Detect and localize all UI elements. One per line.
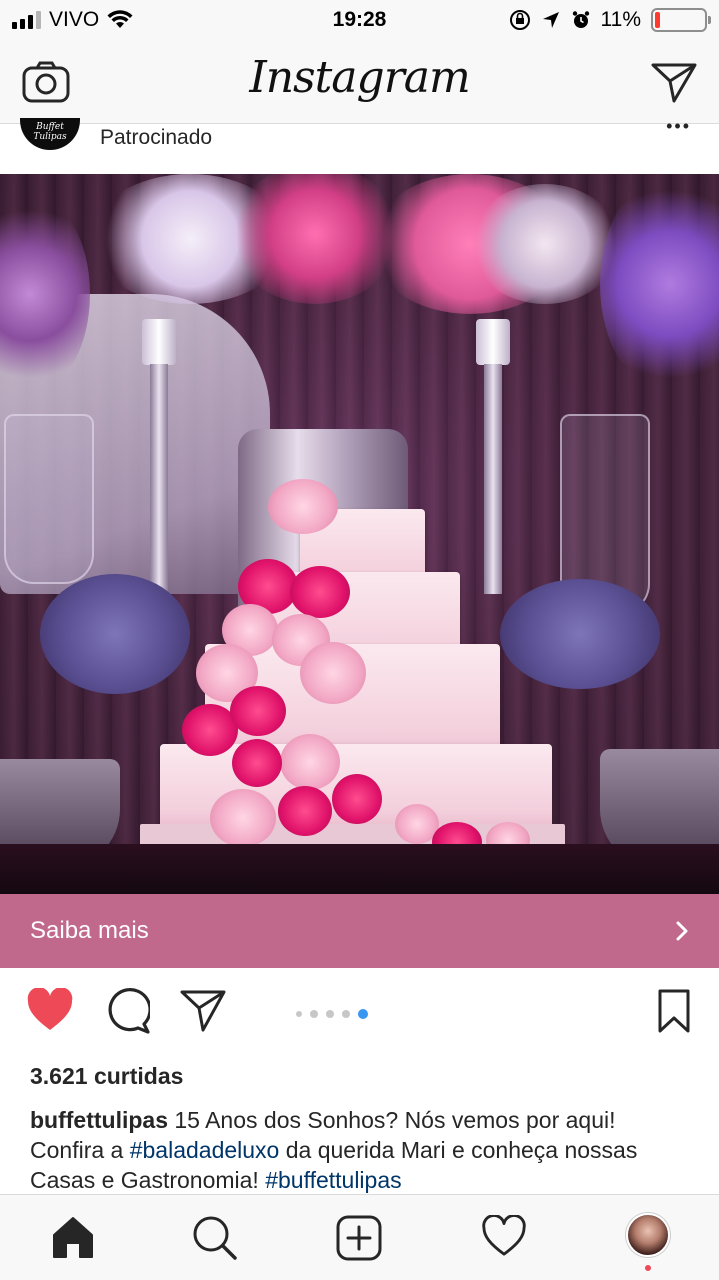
candelabra-left [150,364,168,594]
hydrangea-right [500,579,660,689]
like-heart-icon[interactable] [26,988,74,1032]
candle-left [142,319,176,365]
notification-dot [645,1265,651,1271]
carousel-dot [296,1011,302,1017]
caption-username[interactable]: buffettulipas [30,1107,168,1133]
carousel-indicator [296,1009,368,1019]
battery-percent: 11% [600,8,641,31]
hashtag-link[interactable]: #baladadeluxo [130,1137,280,1163]
sugar-rose [278,786,332,836]
profile-avatar[interactable] [626,1213,670,1257]
signal-strength-icon [12,11,41,29]
status-left: VIVO [12,8,133,32]
status-right: 11% [509,8,711,32]
alarm-icon [572,11,589,28]
carousel-dot [310,1010,318,1018]
bookmark-icon[interactable] [656,988,692,1034]
flower [470,184,620,304]
carousel-dot [342,1010,350,1018]
sugar-rose [210,789,276,847]
post-photo[interactable] [0,174,719,894]
account-avatar[interactable]: Buffet Tulipas [20,118,80,150]
bottom-tab-bar [0,1194,719,1280]
location-arrow-icon [542,12,559,28]
post-actions [0,988,719,1044]
sugar-rose [332,774,382,824]
comment-icon[interactable] [104,988,150,1034]
glass-vase-left [4,414,94,584]
hydrangea-left [40,574,190,694]
sugar-rose [232,739,282,787]
sponsored-label[interactable]: Patrocinado [100,126,212,150]
post-header: Buffet Tulipas Patrocinado ••• [0,116,719,174]
carousel-dot [326,1010,334,1018]
heart-icon[interactable] [481,1215,527,1257]
add-post-icon[interactable] [336,1215,382,1261]
carrier-name: VIVO [49,8,100,31]
battery-level [655,12,661,28]
battery-icon [651,8,711,32]
sugar-rose [300,642,366,704]
account-logo-text: Buffet Tulipas [33,122,67,142]
table-surface [0,844,719,894]
wifi-icon [107,10,133,28]
instagram-logo: Instagram [249,52,470,103]
share-paper-plane-icon[interactable] [180,988,226,1032]
candle-right [476,319,510,365]
hashtag-link[interactable]: #buffettulipas [265,1167,401,1193]
home-icon[interactable] [50,1215,96,1259]
rotation-lock-icon [509,10,530,30]
chevron-right-icon [676,921,688,941]
sugar-rose [290,566,350,618]
more-options-icon[interactable]: ••• [666,116,691,137]
sugar-rose [268,479,338,534]
learn-more-cta[interactable]: Saiba mais [0,894,719,968]
camera-icon[interactable] [22,61,70,103]
paper-plane-icon[interactable] [651,61,697,103]
sugar-rose [230,686,286,736]
search-icon[interactable] [192,1215,238,1261]
cta-label: Saiba mais [30,917,149,944]
likes-count[interactable]: 3.621 curtidas [30,1063,183,1090]
carousel-dot-active [358,1009,368,1019]
top-navigation: Instagram [0,40,719,124]
candelabra-right [484,364,502,594]
post-caption: buffettulipas 15 Anos dos Sonhos? Nós ve… [30,1105,695,1195]
status-bar: VIVO 19:28 11% [0,0,719,40]
sugar-rose [280,734,340,790]
